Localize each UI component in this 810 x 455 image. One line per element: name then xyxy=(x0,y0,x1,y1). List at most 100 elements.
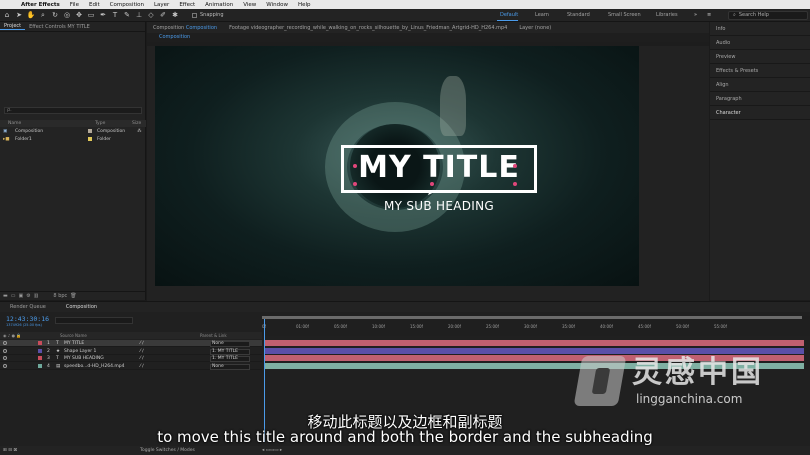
layer-row-sub-heading[interactable]: 3 T MY SUB HEADING ⁄ ∕ 1. MY TITLE xyxy=(0,355,262,362)
composition-frame[interactable]: MY TITLE MY SUB HEADING ➤ xyxy=(155,46,639,286)
workspace-menu-icon[interactable]: ≡ xyxy=(707,9,711,22)
tab-composition[interactable]: Composition Composition xyxy=(147,25,223,31)
new-composition-icon[interactable]: ▣ xyxy=(18,293,23,299)
panel-character[interactable]: Character xyxy=(710,106,810,120)
zoom-slider-icon[interactable]: ◂ ▭▭▭ ▸ xyxy=(262,448,282,453)
tab-project[interactable]: Project xyxy=(0,23,26,30)
menu-app-name[interactable]: After Effects xyxy=(21,2,60,8)
time-ruler[interactable]: 0f 01:00f 05:00f 10:00f 15:00f 20:00f 25… xyxy=(262,316,810,336)
menu-effect[interactable]: Effect xyxy=(179,2,195,8)
layer-switches-icon[interactable]: ⁄ ∕ xyxy=(140,341,144,346)
rectangle-tool-icon[interactable]: ▭ xyxy=(86,10,96,20)
panel-align[interactable]: Align xyxy=(710,78,810,92)
workspace-learn[interactable]: Learn xyxy=(535,9,549,22)
hand-tool-icon[interactable]: ✋ xyxy=(26,10,36,20)
layer-name[interactable]: MY TITLE xyxy=(64,341,84,346)
interpret-footage-icon[interactable]: ▬ xyxy=(3,293,8,299)
column-size[interactable]: Size xyxy=(132,121,141,126)
work-area-bar[interactable] xyxy=(262,316,802,319)
workspace-libraries[interactable]: Libraries xyxy=(656,9,678,22)
visibility-eye-icon[interactable] xyxy=(3,348,7,353)
layer-label-swatch[interactable] xyxy=(38,341,42,345)
menu-window[interactable]: Window xyxy=(266,2,288,8)
layer-handle[interactable] xyxy=(353,164,357,168)
eraser-tool-icon[interactable]: ◇ xyxy=(146,10,156,20)
camera-tool-icon[interactable]: ◎ xyxy=(62,10,72,20)
new-folder-icon[interactable]: ▭ xyxy=(11,293,16,299)
project-item-folder[interactable]: ▸■ Folder1 Folder xyxy=(0,136,146,144)
search-help-input[interactable]: ⌕ Search Help xyxy=(728,11,808,20)
menu-composition[interactable]: Composition xyxy=(110,2,144,8)
project-item-composition[interactable]: ▣ Composition Composition ⁂ xyxy=(0,128,146,136)
tab-layer[interactable]: Layer (none) xyxy=(513,25,557,31)
rotate-tool-icon[interactable]: ↻ xyxy=(50,10,60,20)
visibility-eye-icon[interactable] xyxy=(3,363,7,368)
visibility-eye-icon[interactable] xyxy=(3,356,7,360)
puppet-tool-icon[interactable]: ✱ xyxy=(170,10,180,20)
column-name[interactable]: Name xyxy=(8,121,21,126)
title-text-layer[interactable]: MY TITLE xyxy=(341,150,537,186)
layer-switches-icon[interactable]: ⁄ ∕ xyxy=(140,364,144,369)
workspace-small-screen[interactable]: Small Screen xyxy=(608,9,641,22)
composition-viewer[interactable]: MY TITLE MY SUB HEADING ➤ ▣ ⊡ (96.7%) ⊞ … xyxy=(147,46,709,320)
layer-row-my-title[interactable]: 1 T MY TITLE ⁄ ∕ None xyxy=(0,340,262,347)
visibility-eye-icon[interactable] xyxy=(3,341,7,345)
panel-paragraph[interactable]: Paragraph xyxy=(710,92,810,106)
home-icon[interactable]: ⌂ xyxy=(2,10,12,20)
type-tool-icon[interactable]: T xyxy=(110,10,120,20)
trash-icon[interactable]: 🗑 xyxy=(70,293,76,299)
layer-name[interactable]: MY SUB HEADING xyxy=(64,356,104,361)
layer-name[interactable]: speedbo...d-HD_H264.mp4 xyxy=(64,364,125,369)
anchor-tool-icon[interactable]: ✥ xyxy=(74,10,84,20)
selection-tool-icon[interactable]: ➤ xyxy=(14,10,24,20)
panel-preview[interactable]: Preview xyxy=(710,50,810,64)
tab-footage[interactable]: Footage videographer_recording_while_wal… xyxy=(223,25,513,31)
label-color-swatch[interactable] xyxy=(88,137,92,141)
snapping-toggle[interactable]: Snapping xyxy=(192,12,224,18)
footer-icons[interactable]: ⊞ ⊟ ⊠ xyxy=(3,448,17,453)
layer-bar-my-title[interactable] xyxy=(264,340,804,346)
snapping-checkbox[interactable] xyxy=(192,12,197,18)
settings-icon[interactable]: ⚙ xyxy=(26,293,30,299)
apple-icon[interactable] xyxy=(8,1,15,8)
tab-timeline-composition[interactable]: Composition xyxy=(56,304,107,310)
layer-switches-icon[interactable]: ⁄ ∕ xyxy=(140,349,144,354)
timeline-search-input[interactable] xyxy=(55,317,133,324)
column-source-name[interactable]: Source Name xyxy=(60,333,87,338)
label-color-swatch[interactable] xyxy=(88,129,92,133)
layer-bar-shape-layer[interactable] xyxy=(264,347,804,354)
layer-label-swatch[interactable] xyxy=(38,356,42,360)
panel-audio[interactable]: Audio xyxy=(710,36,810,50)
column-parent-link[interactable]: Parent & Link xyxy=(200,333,227,338)
layer-label-swatch[interactable] xyxy=(38,363,42,368)
stamp-tool-icon[interactable]: ⊥ xyxy=(134,10,144,20)
menu-help[interactable]: Help xyxy=(298,2,311,8)
layer-handle[interactable] xyxy=(513,182,517,186)
roto-tool-icon[interactable]: ✐ xyxy=(158,10,168,20)
menu-view[interactable]: View xyxy=(243,2,256,8)
layer-handle[interactable] xyxy=(430,182,434,186)
workspace-standard[interactable]: Standard xyxy=(567,9,590,22)
layer-name[interactable]: Shape Layer 1 xyxy=(64,349,96,354)
brush-tool-icon[interactable]: ✎ xyxy=(122,10,132,20)
zoom-tool-icon[interactable]: ⌕ xyxy=(38,10,48,20)
menu-layer[interactable]: Layer xyxy=(154,2,169,8)
panel-effects-presets[interactable]: Effects & Presets xyxy=(710,64,810,78)
column-type[interactable]: Type xyxy=(95,121,105,126)
layer-handle[interactable] xyxy=(513,164,517,168)
panel-info[interactable]: Info xyxy=(710,22,810,36)
toggle-switches-modes[interactable]: Toggle Switches / Modes xyxy=(140,448,195,453)
menu-animation[interactable]: Animation xyxy=(205,2,233,8)
bit-depth-label[interactable]: 8 bpc xyxy=(53,293,67,299)
layer-handle[interactable] xyxy=(353,182,357,186)
layer-row-shape-layer[interactable]: 2 ★ Shape Layer 1 ⁄ ∕ 1. MY TITLE xyxy=(0,348,262,355)
layer-row-footage[interactable]: 4 ▤ speedbo...d-HD_H264.mp4 ⁄ ∕ None xyxy=(0,363,262,370)
menu-file[interactable]: File xyxy=(70,2,79,8)
workspace-overflow-icon[interactable]: » xyxy=(694,9,697,22)
subheading-text-layer[interactable]: MY SUB HEADING xyxy=(315,199,563,213)
project-search-input[interactable]: ρ. xyxy=(4,107,142,114)
layer-switches-icon[interactable]: ⁄ ∕ xyxy=(140,356,144,361)
timeline-current-time[interactable]: 12:43:30:16 xyxy=(6,315,49,323)
tab-effect-controls[interactable]: Effect Controls MY TITLE xyxy=(25,24,94,30)
composition-breadcrumb[interactable]: Composition xyxy=(147,33,709,42)
